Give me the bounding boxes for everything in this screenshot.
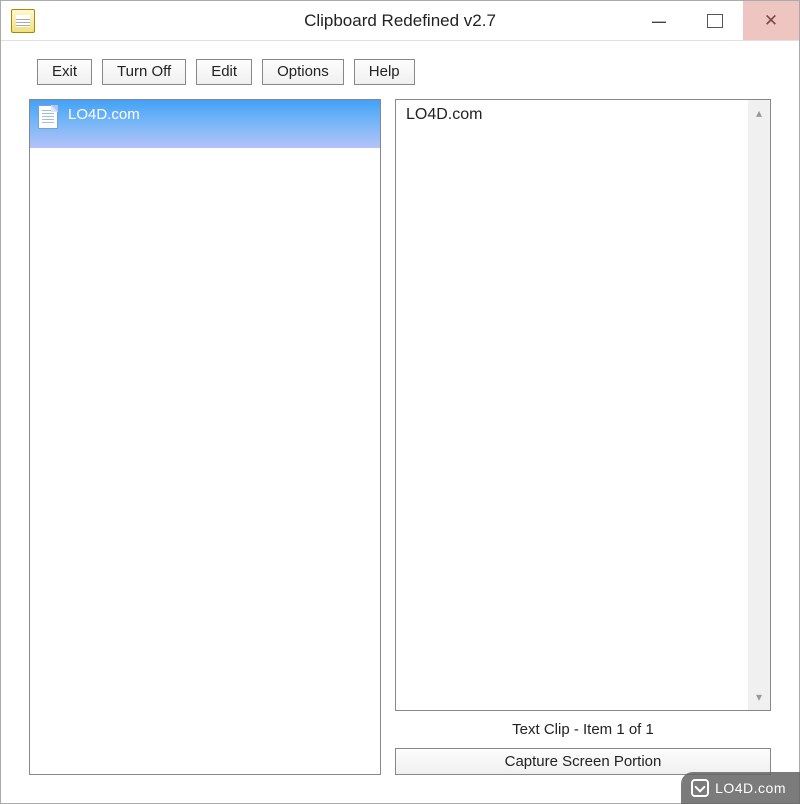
capture-screen-button[interactable]: Capture Screen Portion bbox=[395, 748, 771, 775]
minimize-button[interactable]: — bbox=[631, 1, 687, 40]
clips-list[interactable]: LO4D.com bbox=[29, 99, 381, 775]
turn-off-button[interactable]: Turn Off bbox=[102, 59, 186, 85]
watermark-text: LO4D.com bbox=[715, 780, 786, 796]
preview-frame: LO4D.com ▴ ▾ Text Clip - Item 1 of 1 Cap… bbox=[395, 99, 771, 775]
client-area: Exit Turn Off Edit Options Help LO4D.com… bbox=[1, 41, 799, 803]
scroll-down-icon[interactable]: ▾ bbox=[756, 690, 762, 704]
text-clip-icon bbox=[38, 105, 58, 129]
scroll-up-icon[interactable]: ▴ bbox=[756, 106, 762, 120]
toolbar: Exit Turn Off Edit Options Help bbox=[29, 41, 771, 99]
options-button[interactable]: Options bbox=[262, 59, 344, 85]
status-label: Text Clip - Item 1 of 1 bbox=[395, 711, 771, 748]
window-controls: — ✕ bbox=[631, 1, 799, 40]
close-button[interactable]: ✕ bbox=[743, 1, 799, 40]
titlebar[interactable]: Clipboard Redefined v2.7 — ✕ bbox=[1, 1, 799, 41]
edit-button[interactable]: Edit bbox=[196, 59, 252, 85]
app-icon bbox=[11, 9, 35, 33]
maximize-button[interactable] bbox=[687, 1, 743, 40]
download-icon bbox=[691, 779, 709, 797]
list-item[interactable]: LO4D.com bbox=[30, 100, 380, 148]
help-button[interactable]: Help bbox=[354, 59, 415, 85]
exit-button[interactable]: Exit bbox=[37, 59, 92, 85]
app-window: Clipboard Redefined v2.7 — ✕ Exit Turn O… bbox=[0, 0, 800, 804]
left-column: LO4D.com bbox=[29, 99, 381, 775]
right-column: LO4D.com ▴ ▾ Text Clip - Item 1 of 1 Cap… bbox=[395, 99, 771, 775]
preview-box: LO4D.com ▴ ▾ bbox=[395, 99, 771, 711]
panes: LO4D.com LO4D.com ▴ ▾ Text Clip - Item 1… bbox=[29, 99, 771, 775]
list-item-label: LO4D.com bbox=[68, 104, 140, 126]
watermark: LO4D.com bbox=[681, 772, 800, 804]
preview-text[interactable]: LO4D.com bbox=[396, 100, 748, 710]
preview-scrollbar[interactable]: ▴ ▾ bbox=[748, 100, 770, 710]
